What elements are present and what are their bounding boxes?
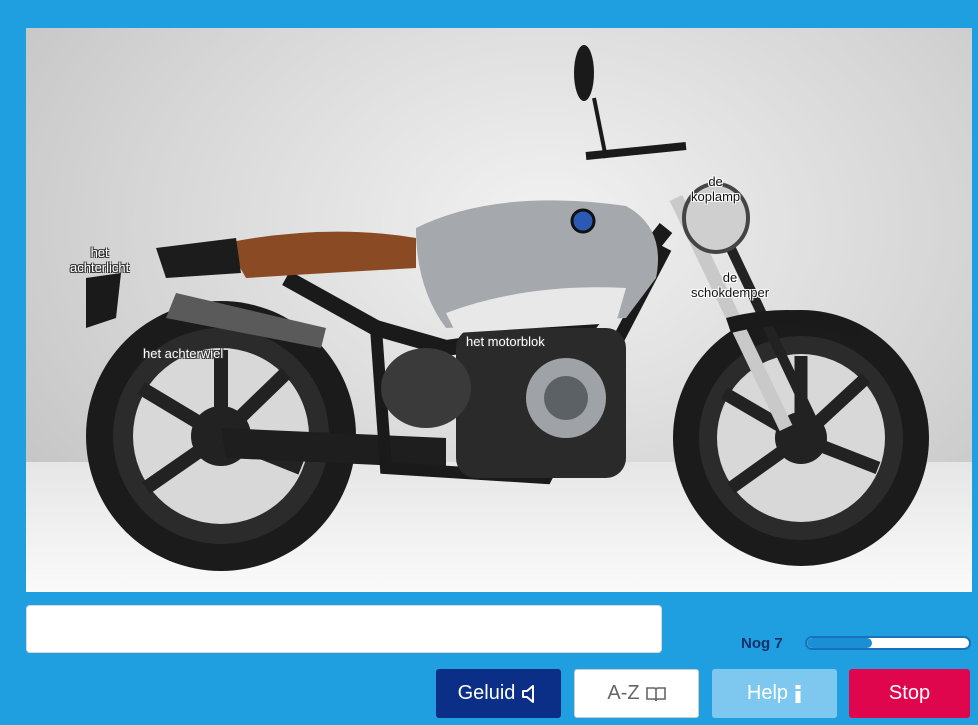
label-motorblok-text: het motorblok: [466, 334, 545, 349]
speaker-icon: [522, 684, 535, 703]
motorcycle-image: de koplamp het achterlicht de schokdempe…: [26, 28, 972, 592]
help-button[interactable]: Help: [712, 669, 837, 718]
stop-button[interactable]: Stop: [849, 669, 970, 718]
progress-bar: [805, 636, 971, 650]
label-schokdemper-text: de schokdemper: [691, 270, 770, 300]
label-achterlicht-text: het achterlicht: [70, 245, 130, 275]
label-koplamp[interactable]: de koplamp: [691, 174, 740, 204]
label-achterlicht[interactable]: het achterlicht: [70, 245, 129, 275]
remaining-count: Nog 7: [741, 635, 783, 652]
info-icon: [795, 684, 801, 703]
label-schokdemper[interactable]: de schokdemper: [691, 270, 769, 300]
motorcycle-illustration: [86, 45, 929, 571]
progress-fill: [807, 638, 872, 648]
answer-input[interactable]: [26, 605, 662, 653]
az-button[interactable]: A-Z: [574, 669, 699, 718]
label-motorblok[interactable]: het motorblok: [466, 334, 545, 349]
label-achterwiel-text: het achterwiel: [143, 346, 224, 361]
sound-button[interactable]: Geluid: [436, 669, 561, 718]
az-button-label: A-Z: [607, 682, 640, 704]
label-achterwiel[interactable]: het achterwiel: [143, 346, 223, 361]
help-button-label: Help: [746, 682, 789, 704]
stop-button-label: Stop: [888, 682, 931, 704]
label-koplamp-text: de koplamp: [691, 174, 741, 204]
book-icon: [645, 686, 666, 701]
seat: [226, 231, 416, 278]
sound-button-label: Geluid: [457, 682, 516, 704]
